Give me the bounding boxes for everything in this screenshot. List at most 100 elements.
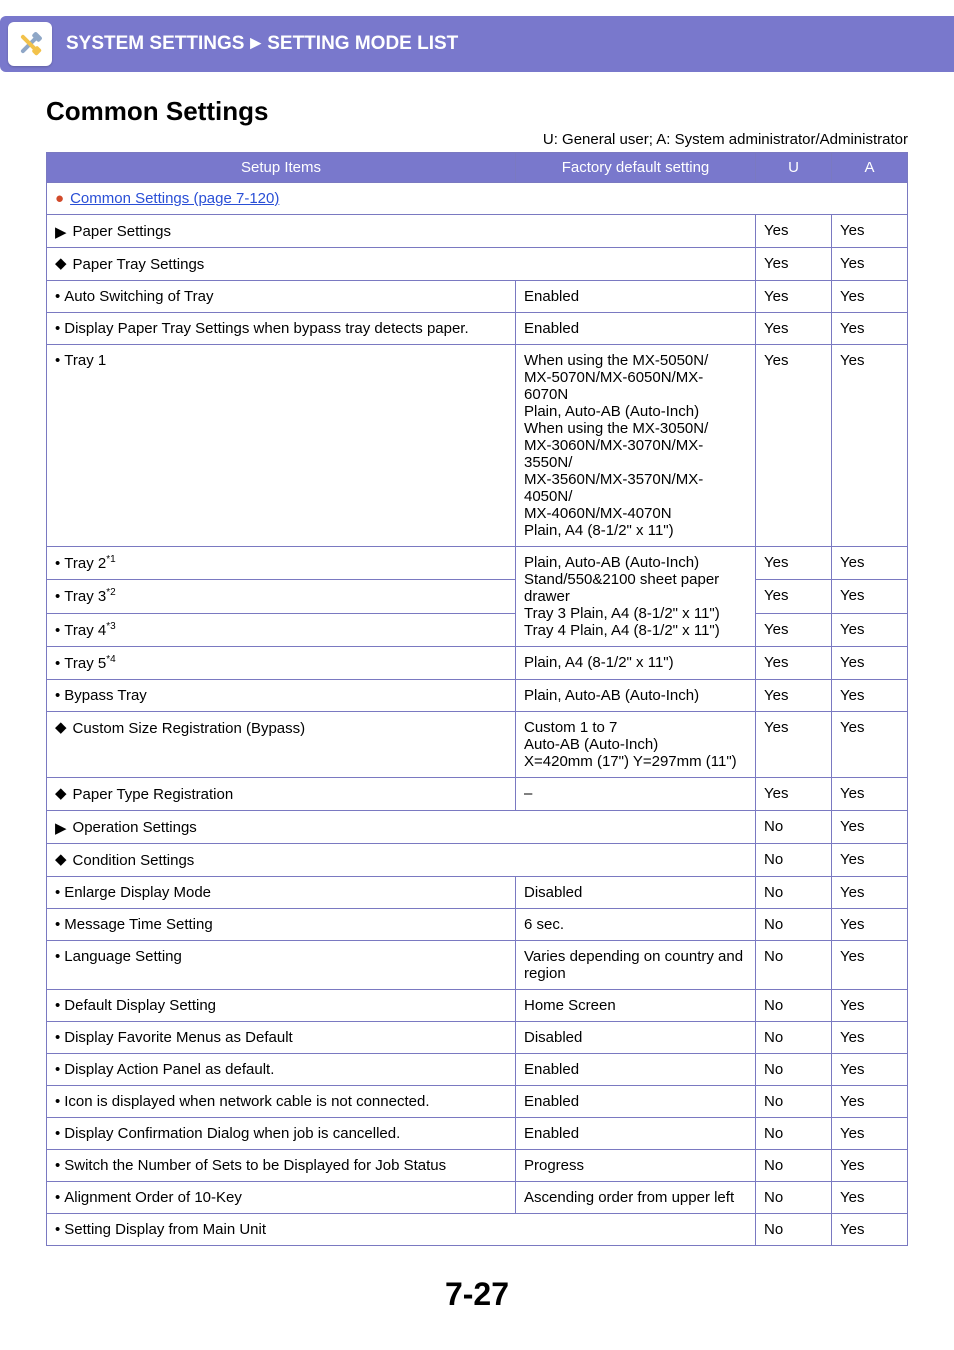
cell-label: •Default Display Setting (47, 990, 516, 1022)
cell-u: Yes (756, 778, 832, 811)
cell-u: Yes (756, 580, 832, 613)
breadcrumb-text: SYSTEM SETTINGS►SETTING MODE LIST (66, 33, 458, 55)
cell-label: •Display Action Panel as default. (47, 1054, 516, 1086)
settings-table: Setup Items Factory default setting U A … (46, 152, 908, 1246)
cell-u: Yes (756, 281, 832, 313)
cell-u: No (756, 941, 832, 990)
cell-a: Yes (832, 215, 908, 248)
cell-a: Yes (832, 1022, 908, 1054)
triangle-icon: ▶ (55, 819, 67, 837)
page-number: 7-27 (46, 1276, 908, 1313)
table-row: •Setting Display from Main Unit No Yes (47, 1214, 908, 1246)
cell-default: Ascending order from upper left (516, 1182, 756, 1214)
diamond-icon: ◆ (55, 718, 67, 736)
cell-u: Yes (756, 647, 832, 680)
cell-u: No (756, 1086, 832, 1118)
cell-u: Yes (756, 248, 832, 281)
cell-a: Yes (832, 1182, 908, 1214)
cell-u: No (756, 1214, 832, 1246)
cell-a: Yes (832, 811, 908, 844)
bullet-icon: • (55, 352, 60, 369)
cell-a: Yes (832, 990, 908, 1022)
cell-setting-display: •Setting Display from Main Unit (47, 1214, 756, 1246)
breadcrumb-banner: SYSTEM SETTINGS►SETTING MODE LIST (0, 16, 954, 72)
table-row: ▶Operation Settings No Yes (47, 811, 908, 844)
cell-default: Enabled (516, 313, 756, 345)
cell-a: Yes (832, 313, 908, 345)
cell-a: Yes (832, 1118, 908, 1150)
bullet-icon: • (55, 655, 60, 672)
bullet-icon: • (55, 588, 60, 605)
cell-a: Yes (832, 248, 908, 281)
cell-label: •Message Time Setting (47, 909, 516, 941)
cell-a: Yes (832, 712, 908, 778)
cell-a: Yes (832, 613, 908, 646)
cell-a: Yes (832, 941, 908, 990)
bullet-icon: • (55, 687, 60, 704)
cell-default: Enabled (516, 1086, 756, 1118)
chevron-right-icon: ► (246, 33, 265, 55)
cell-default: Custom 1 to 7 Auto-AB (Auto-Inch) X=420m… (516, 712, 756, 778)
cell-u: No (756, 1182, 832, 1214)
diamond-icon: ◆ (55, 784, 67, 802)
bullet-icon: • (55, 884, 60, 901)
table-row: •Language Setting Varies depending on co… (47, 941, 908, 990)
page-title: Common Settings (46, 96, 908, 127)
diamond-icon: ◆ (55, 850, 67, 868)
cell-default: – (516, 778, 756, 811)
cell-label: •Tray 3*2 (47, 580, 516, 613)
table-row: •Alignment Order of 10-Key Ascending ord… (47, 1182, 908, 1214)
bullet-icon: ● (55, 190, 64, 207)
cell-u: No (756, 877, 832, 909)
table-row: •Tray 1 When using the MX-5050N/ MX-5070… (47, 345, 908, 547)
cell-a: Yes (832, 680, 908, 712)
content: Common Settings U: General user; A: Syst… (0, 96, 954, 1333)
cell-default: 6 sec. (516, 909, 756, 941)
bullet-icon: • (55, 1125, 60, 1142)
bullet-icon: • (55, 1029, 60, 1046)
cell-u: Yes (756, 712, 832, 778)
cell-u: No (756, 1118, 832, 1150)
cell-condition: ◆Condition Settings (47, 844, 756, 877)
cell-default: Varies depending on country and region (516, 941, 756, 990)
cell-label: •Language Setting (47, 941, 516, 990)
diamond-icon: ◆ (55, 254, 67, 272)
cell-default: Disabled (516, 877, 756, 909)
legend-text: U: General user; A: System administrator… (46, 131, 908, 148)
cell-label: •Display Paper Tray Settings when bypass… (47, 313, 516, 345)
cell-u: No (756, 811, 832, 844)
cell-u: Yes (756, 613, 832, 646)
cell-label: •Display Favorite Menus as Default (47, 1022, 516, 1054)
cell-label: •Tray 1 (47, 345, 516, 547)
table-row: •Tray 5*4 Plain, A4 (8-1/2" x 11") Yes Y… (47, 647, 908, 680)
cell-default: Disabled (516, 1022, 756, 1054)
cell-default: Enabled (516, 1054, 756, 1086)
bullet-icon: • (55, 1061, 60, 1078)
cell-label: •Tray 5*4 (47, 647, 516, 680)
cell-label: •Bypass Tray (47, 680, 516, 712)
cell-u: No (756, 1022, 832, 1054)
cell-default: When using the MX-5050N/ MX-5070N/MX-605… (516, 345, 756, 547)
cell-a: Yes (832, 1054, 908, 1086)
cell-default-tray234: Plain, Auto-AB (Auto-Inch) Stand/550&210… (516, 547, 756, 647)
table-row: •Tray 2*1 Plain, Auto-AB (Auto-Inch) Sta… (47, 547, 908, 580)
cell-u: Yes (756, 215, 832, 248)
table-row: •Bypass Tray Plain, Auto-AB (Auto-Inch) … (47, 680, 908, 712)
common-settings-link[interactable]: Common Settings (page 7-120) (70, 190, 279, 207)
table-row: •Display Favorite Menus as Default Disab… (47, 1022, 908, 1054)
bullet-icon: • (55, 1221, 60, 1238)
cell-u: No (756, 1150, 832, 1182)
table-row: •Tray 4*3 Yes Yes (47, 613, 908, 646)
cell-default: Enabled (516, 281, 756, 313)
cell-paper-settings: ▶Paper Settings (47, 215, 756, 248)
bullet-icon: • (55, 320, 60, 337)
table-row: ◆Condition Settings No Yes (47, 844, 908, 877)
cell-default: Plain, A4 (8-1/2" x 11") (516, 647, 756, 680)
cell-label: •Display Confirmation Dialog when job is… (47, 1118, 516, 1150)
table-row: •Display Paper Tray Settings when bypass… (47, 313, 908, 345)
th-setup: Setup Items (47, 153, 516, 183)
th-default: Factory default setting (516, 153, 756, 183)
settings-tools-icon (8, 22, 52, 66)
breadcrumb-right: SETTING MODE LIST (267, 33, 458, 54)
cell-a: Yes (832, 281, 908, 313)
